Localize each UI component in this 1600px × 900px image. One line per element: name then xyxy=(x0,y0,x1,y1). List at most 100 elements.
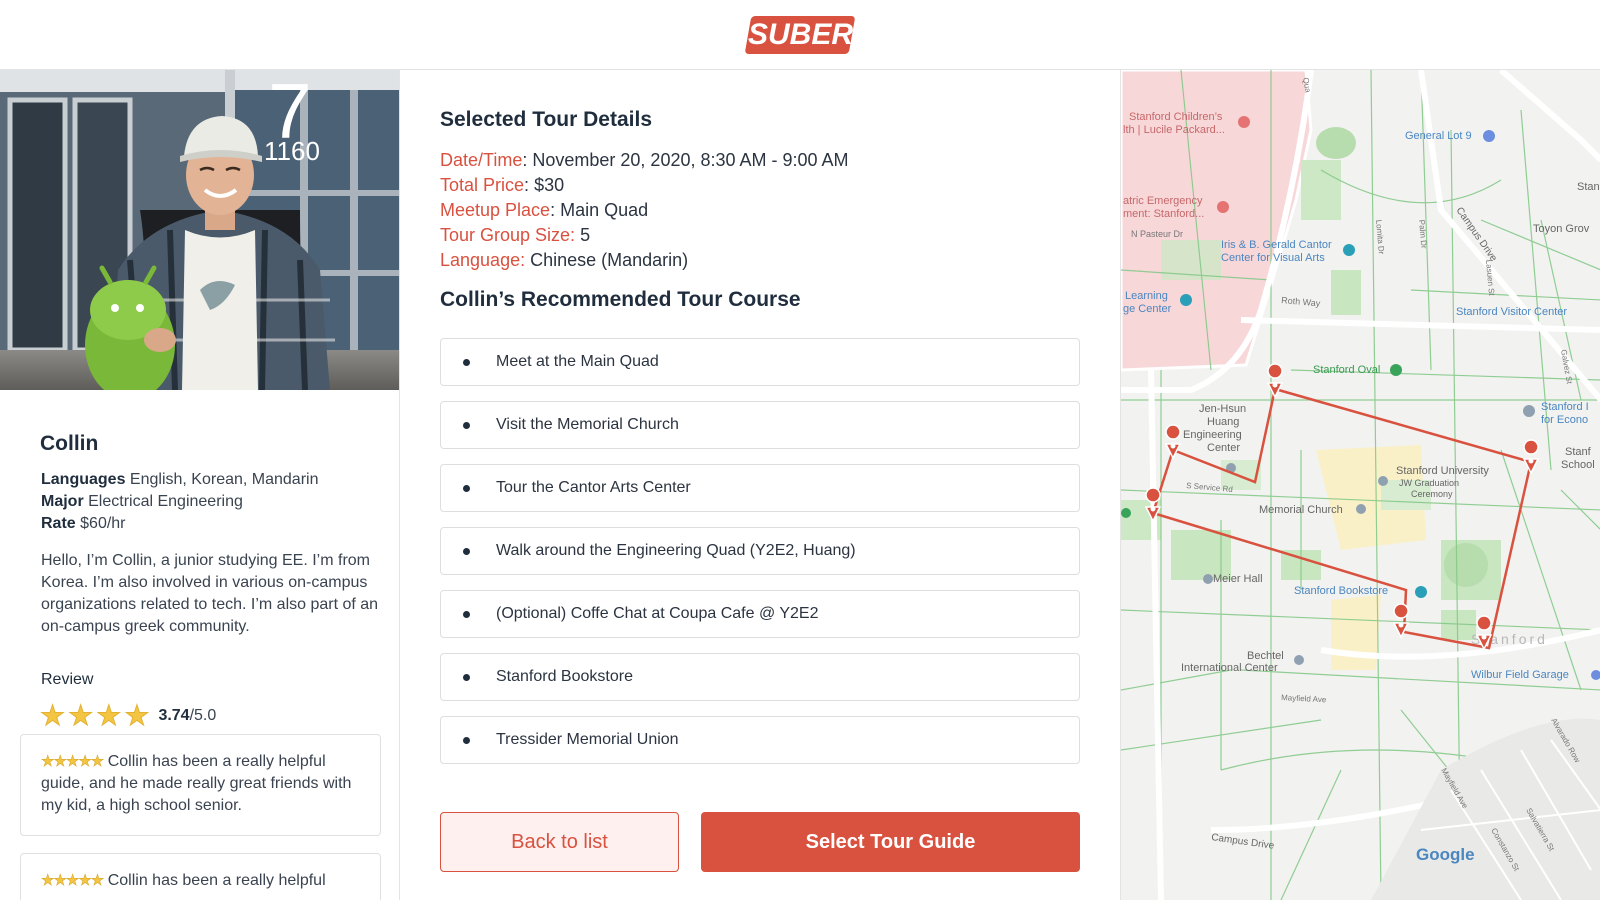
back-to-list-button[interactable]: Back to list xyxy=(440,812,679,872)
course-title: Collin’s Recommended Tour Course xyxy=(440,288,801,311)
detail-label: Language: xyxy=(440,250,526,270)
rate-value: $60/hr xyxy=(80,515,126,532)
street-label: Palm Dr xyxy=(1417,219,1429,249)
review-card: ★★★★★ Collin has been a really helpful xyxy=(20,853,381,900)
place-label: atric Emergency xyxy=(1123,195,1203,207)
bullet-icon xyxy=(463,358,470,366)
guide-photo-image: 7 1160 xyxy=(0,70,399,390)
place-label: lth | Lucile Packard... xyxy=(1123,124,1225,136)
course-item[interactable]: Tour the Cantor Arts Center xyxy=(440,464,1080,512)
rating-summary: ★ ★ ★ ★ 3.74/5.0 xyxy=(39,700,216,731)
shop-pin-icon xyxy=(1415,586,1427,598)
detail-row-price: Total Price: $30 xyxy=(440,173,849,198)
parking-pin-icon xyxy=(1483,130,1495,142)
church-pin-icon xyxy=(1356,504,1366,514)
guide-facts: Languages English, Korean, Mandarin Majo… xyxy=(41,469,318,535)
major-row: Major Electrical Engineering xyxy=(41,491,318,513)
detail-label: Total Price xyxy=(440,175,525,195)
place-label: General Lot 9 xyxy=(1405,130,1472,142)
place-label: Ceremony xyxy=(1411,489,1453,499)
place-pin-icon xyxy=(1378,476,1388,486)
guide-name: Collin xyxy=(40,432,99,455)
place-label: Stanford Visitor Center xyxy=(1456,306,1567,318)
guide-bio: Hello, I’m Collin, a junior studying EE.… xyxy=(41,552,379,635)
detail-label: Date/Time xyxy=(440,150,523,170)
detail-separator: : xyxy=(522,150,533,170)
tour-details-panel: Selected Tour Details Date/Time: Novembe… xyxy=(400,70,1120,900)
course-item[interactable]: Meet at the Main Quad xyxy=(440,338,1080,386)
street-label: Campus Drive xyxy=(1211,832,1276,852)
detail-value: Main Quad xyxy=(560,200,649,220)
rate-row: Rate $60/hr xyxy=(41,513,318,535)
place-label: Iris & B. Gerald Cantor xyxy=(1221,239,1332,251)
guide-profile-panel: 7 1160 Collin Languages English, Korean,… xyxy=(0,70,400,900)
detail-label: Tour Group Size: xyxy=(440,225,576,245)
place-pin-icon xyxy=(1523,405,1535,417)
tour-details-title: Selected Tour Details xyxy=(440,108,653,131)
tour-details-list: Date/Time: November 20, 2020, 8:30 AM - … xyxy=(440,148,849,273)
place-label: Stanf xyxy=(1565,446,1592,458)
detail-separator: : xyxy=(550,200,561,220)
rating-value: 3.74 xyxy=(158,707,190,724)
place-label: Toyon Grov xyxy=(1533,223,1590,235)
course-item[interactable]: Walk around the Engineering Quad (Y2E2, … xyxy=(440,527,1080,575)
star-icon: ★ xyxy=(96,700,122,731)
course-item-label: Tour the Cantor Arts Center xyxy=(496,479,691,496)
place-label: Stanford Bookstore xyxy=(1294,585,1388,597)
languages-label: Languages xyxy=(41,471,126,488)
place-label: Wilbur Field Garage xyxy=(1471,669,1569,681)
bullet-icon xyxy=(463,484,470,492)
route-marker-icon[interactable] xyxy=(1522,439,1540,475)
park-pin-icon xyxy=(1390,364,1402,376)
review-title: Review xyxy=(41,671,94,688)
route-marker-icon[interactable] xyxy=(1266,363,1284,399)
course-item-label: Meet at the Main Quad xyxy=(496,353,659,370)
hospital-pin-icon xyxy=(1238,116,1250,128)
place-label: Huang xyxy=(1207,416,1239,428)
course-item-label: Visit the Memorial Church xyxy=(496,416,679,433)
parking-pin-icon xyxy=(1591,670,1600,680)
place-label: Stanford Children’s xyxy=(1129,111,1223,123)
course-item[interactable]: Visit the Memorial Church xyxy=(440,401,1080,449)
street-label: Galvez St xyxy=(1559,349,1574,385)
place-label: School xyxy=(1561,459,1595,471)
detail-label: Meetup Place xyxy=(440,200,551,220)
suber-logo[interactable]: SUBER xyxy=(744,16,856,54)
place-label: Memorial Church xyxy=(1259,504,1343,516)
google-logo: Google xyxy=(1416,845,1475,864)
place-label: International Center xyxy=(1181,662,1278,674)
place-label: for Econo xyxy=(1541,414,1588,426)
detail-value: $30 xyxy=(534,175,565,195)
building-sub-number: 1160 xyxy=(264,136,320,166)
course-item[interactable]: Stanford Bookstore xyxy=(440,653,1080,701)
guide-photo: 7 1160 xyxy=(0,70,399,390)
select-tour-guide-button[interactable]: Select Tour Guide xyxy=(701,812,1080,872)
street-label: Roth Way xyxy=(1281,295,1321,308)
place-label: ge Center xyxy=(1123,303,1172,315)
place-label: Bechtel xyxy=(1247,650,1284,662)
course-item[interactable]: Tressider Memorial Union xyxy=(440,716,1080,764)
course-item[interactable]: (Optional) Coffe Chat at Coupa Cafe @ Y2… xyxy=(440,590,1080,638)
street-label: Lasuen St xyxy=(1484,259,1496,296)
tour-route-map[interactable]: N Pasteur Dr Roth Way Campus Drive S Ser… xyxy=(1120,70,1600,900)
detail-row-meetup: Meetup Place: Main Quad xyxy=(440,198,849,223)
place-label: Center for Visual Arts xyxy=(1221,252,1325,264)
rating-max: /5.0 xyxy=(189,707,217,724)
review-stars-icon: ★★★★★ xyxy=(41,753,105,771)
major-label: Major xyxy=(41,493,84,510)
detail-value: 5 xyxy=(580,225,591,245)
course-item-label: (Optional) Coffe Chat at Coupa Cafe @ Y2… xyxy=(496,605,819,622)
bullet-icon xyxy=(463,421,470,429)
rating-text: 3.74/5.0 xyxy=(158,707,216,725)
park-pin-icon xyxy=(1121,508,1131,518)
museum-pin-icon xyxy=(1343,244,1355,256)
detail-row-datetime: Date/Time: November 20, 2020, 8:30 AM - … xyxy=(440,148,849,173)
place-label: ment: Stanford... xyxy=(1123,208,1204,220)
star-icon: ★ xyxy=(124,700,150,731)
bullet-icon xyxy=(463,610,470,618)
map-canvas[interactable]: N Pasteur Dr Roth Way Campus Drive S Ser… xyxy=(1121,70,1600,900)
street-label: Mayfield Ave xyxy=(1281,693,1327,704)
place-label: Meier Hall xyxy=(1213,573,1263,585)
place-label: Stanford I xyxy=(1541,401,1589,413)
star-icon: ★ xyxy=(68,700,94,731)
